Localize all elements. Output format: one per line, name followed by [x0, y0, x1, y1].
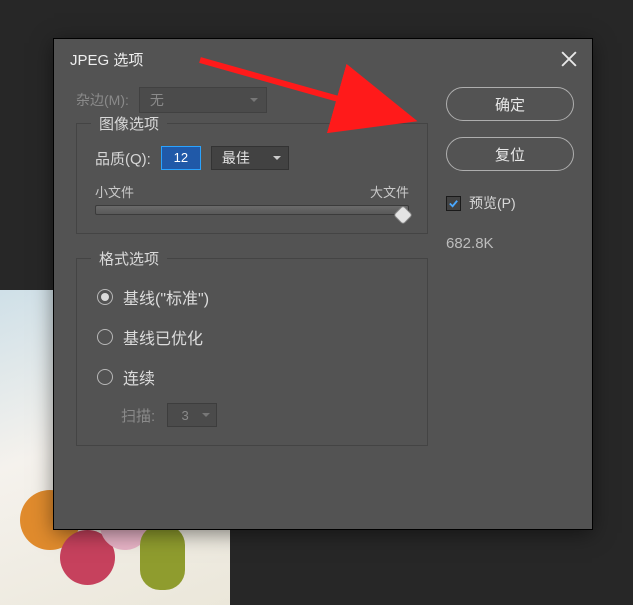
radio-label: 基线("标准")	[123, 285, 209, 309]
radio-icon	[97, 289, 113, 305]
quality-slider[interactable]	[95, 205, 409, 215]
scans-value: 3	[182, 408, 189, 423]
radio-icon	[97, 369, 113, 385]
matte-row: 杂边(M): 无	[76, 87, 428, 113]
quality-label: 品质(Q):	[95, 148, 151, 169]
radio-progressive[interactable]: 连续	[97, 365, 409, 389]
scans-label: 扫描:	[121, 405, 155, 426]
matte-select: 无	[139, 87, 267, 113]
radio-icon	[97, 329, 113, 345]
quality-preset-value: 最佳	[222, 148, 250, 168]
quality-preset-select[interactable]: 最佳	[211, 146, 289, 170]
format-options-legend: 格式选项	[91, 248, 167, 269]
matte-value: 无	[150, 90, 164, 110]
slider-thumb-icon[interactable]	[393, 205, 413, 225]
reset-button[interactable]: 复位	[446, 137, 574, 171]
close-icon	[558, 48, 580, 70]
checkbox-icon	[446, 196, 461, 211]
matte-label: 杂边(M):	[76, 90, 129, 110]
radio-baseline-standard[interactable]: 基线("标准")	[97, 285, 409, 309]
dialog-titlebar: JPEG 选项	[54, 39, 592, 79]
radio-label: 基线已优化	[123, 325, 203, 349]
slider-min-label: 小文件	[95, 182, 134, 201]
quality-input[interactable]: 12	[161, 146, 201, 170]
scans-select: 3	[167, 403, 217, 427]
preview-checkbox-row[interactable]: 预览(P)	[446, 193, 574, 213]
close-button[interactable]	[558, 48, 580, 70]
scans-row: 扫描: 3	[121, 403, 409, 427]
dialog-title: JPEG 选项	[70, 49, 143, 70]
format-options-fieldset: 格式选项 基线("标准") 基线已优化 连续	[76, 258, 428, 446]
jpeg-options-dialog: JPEG 选项 杂边(M): 无 图像选项 品质(Q): 12 最佳	[54, 39, 592, 529]
image-options-legend: 图像选项	[91, 113, 167, 134]
ok-button[interactable]: 确定	[446, 87, 574, 121]
filesize-text: 682.8K	[446, 235, 574, 252]
slider-max-label: 大文件	[370, 182, 409, 201]
radio-baseline-optimized[interactable]: 基线已优化	[97, 325, 409, 349]
image-options-fieldset: 图像选项 品质(Q): 12 最佳 小文件 大文件	[76, 123, 428, 234]
radio-label: 连续	[123, 365, 155, 389]
preview-label: 预览(P)	[469, 193, 516, 213]
